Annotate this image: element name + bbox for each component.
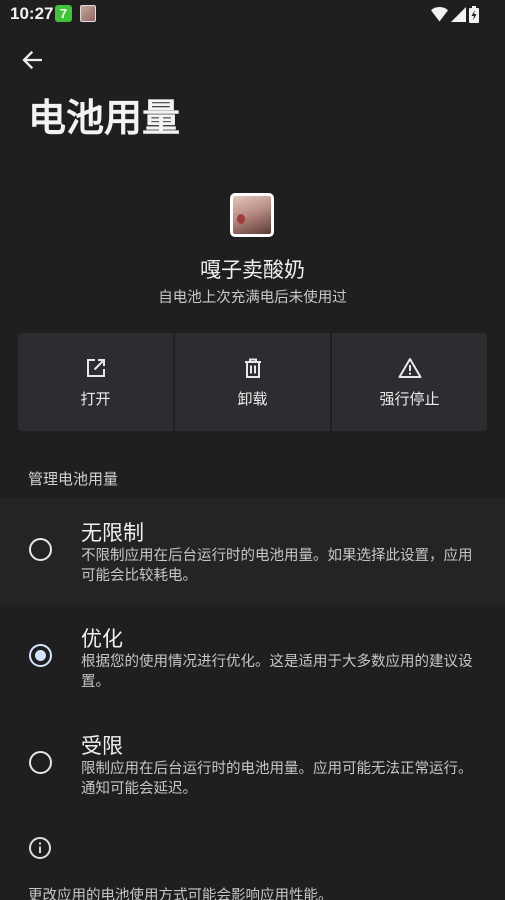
option-title: 受限 — [81, 734, 123, 758]
radio-optimized[interactable] — [29, 644, 52, 667]
option-optimized[interactable]: 优化 根据您的使用情况进行优化。这是适用于大多数应用的建议设置。 — [0, 604, 505, 710]
force-stop-button[interactable]: 强行停止 — [332, 333, 487, 431]
wifi-icon — [431, 6, 448, 21]
trash-icon — [244, 358, 261, 378]
footer-note: 更改应用的电池使用方式可能会影响应用性能。 — [28, 888, 333, 900]
option-title: 无限制 — [81, 521, 144, 545]
notification-image-icon — [80, 5, 96, 22]
option-description: 根据您的使用情况进行优化。这是适用于大多数应用的建议设置。 — [81, 654, 473, 690]
page-title: 电池用量 — [28, 98, 181, 140]
app-usage-summary: 自电池上次充满电后未使用过 — [158, 290, 347, 306]
status-icons — [431, 5, 479, 23]
open-button-label: 打开 — [80, 390, 111, 408]
uninstall-button[interactable]: 卸载 — [175, 333, 330, 431]
app-icon — [230, 193, 274, 237]
option-description: 不限制应用在后台运行时的电池用量。如果选择此设置，应用可能会比较耗电。 — [81, 548, 473, 584]
status-bar: 10:27 7 — [0, 0, 505, 28]
option-restricted[interactable]: 受限 限制应用在后台运行时的电池用量。应用可能无法正常运行。通知可能会延迟。 — [0, 710, 505, 816]
option-title: 优化 — [81, 627, 123, 651]
notification-app-icon: 7 — [55, 5, 72, 22]
radio-restricted[interactable] — [29, 751, 52, 774]
warning-icon — [398, 358, 421, 378]
app-action-buttons: 打开 卸载 强行停止 — [18, 333, 487, 431]
info-icon — [29, 837, 51, 859]
arrow-back-icon — [22, 51, 42, 69]
option-description: 限制应用在后台运行时的电池用量。应用可能无法正常运行。通知可能会延迟。 — [81, 761, 473, 797]
cellular-signal-icon — [451, 6, 466, 22]
back-button[interactable] — [14, 44, 50, 76]
section-header-battery: 管理电池用量 — [28, 470, 119, 488]
uninstall-button-label: 卸载 — [237, 390, 268, 408]
radio-unrestricted[interactable] — [29, 538, 52, 561]
open-button[interactable]: 打开 — [18, 333, 173, 431]
app-name: 嘎子卖酸奶 — [200, 258, 305, 282]
force-stop-button-label: 强行停止 — [379, 390, 440, 408]
option-unrestricted[interactable]: 无限制 不限制应用在后台运行时的电池用量。如果选择此设置，应用可能会比较耗电。 — [0, 498, 505, 604]
status-time: 10:27 — [10, 4, 54, 23]
battery-charging-icon — [469, 5, 479, 23]
battery-usage-screen: 10:27 7 电池用量 嘎子卖酸奶 自电池上次充满电后未使用过 打开 卸载 强… — [0, 0, 505, 900]
open-external-icon — [86, 359, 105, 377]
